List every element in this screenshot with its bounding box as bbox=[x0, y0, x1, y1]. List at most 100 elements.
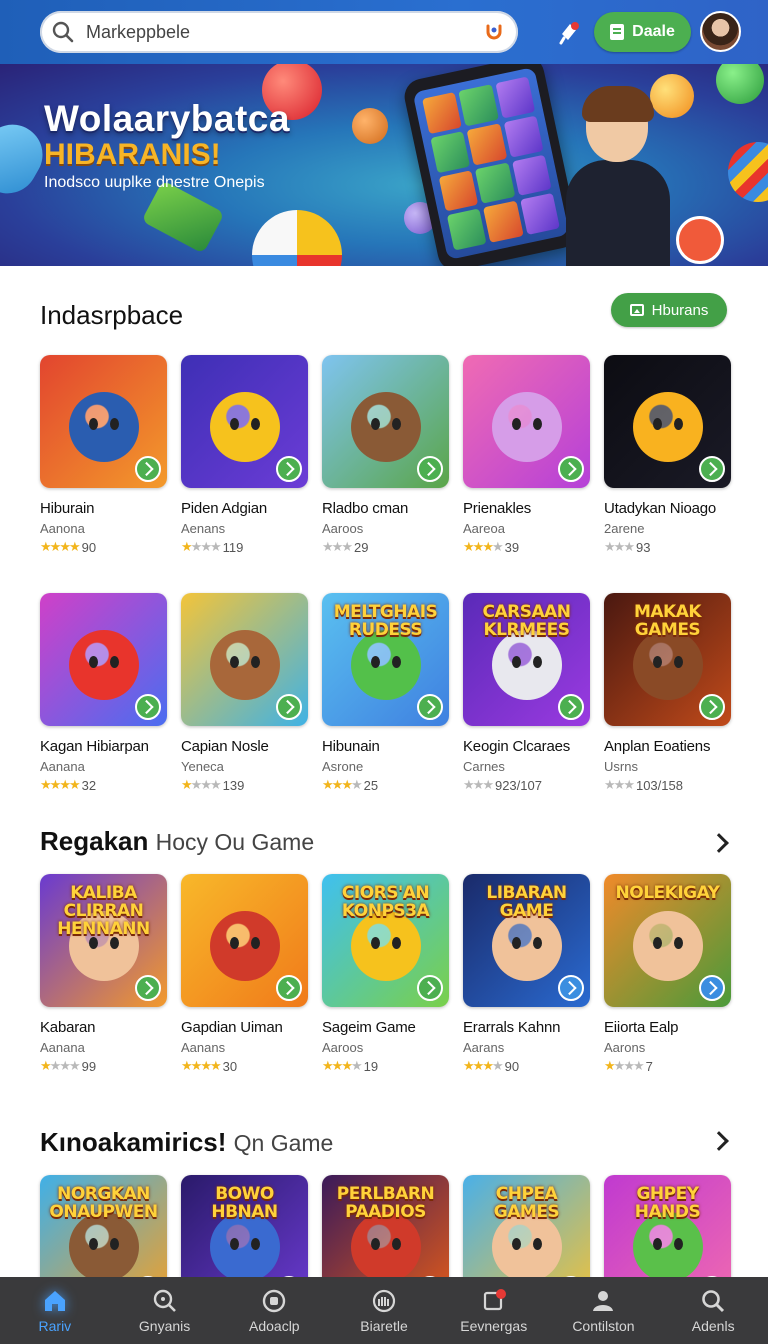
app-title: Anplan Eoatiens bbox=[604, 738, 711, 755]
app-card[interactable]: MELTGHAIS RUDESS Hibunain Asrone ★★★★ 25 bbox=[322, 593, 449, 793]
app-card[interactable]: Rladbo cman Aaroos ★★★ 29 bbox=[322, 355, 449, 555]
character-illustration bbox=[350, 391, 421, 462]
app-rating: ★★★ 29 bbox=[322, 539, 449, 555]
banner-title: Wolaarybatca bbox=[44, 98, 290, 139]
character-illustration bbox=[209, 629, 280, 700]
app-rating: ★★★ 103/158 bbox=[604, 777, 731, 793]
header-action-button[interactable]: Daale bbox=[594, 12, 691, 52]
app-card[interactable]: Prienakles Aareoa ★★★★ 39 bbox=[463, 355, 590, 555]
app-card[interactable]: Piden Adgian Aenans ★★★★ 119 bbox=[181, 355, 308, 555]
rating-stars-icon: ★★★ bbox=[604, 539, 635, 554]
app-thumbnail[interactable] bbox=[463, 355, 590, 488]
share-icon[interactable] bbox=[558, 975, 584, 1001]
character-illustration bbox=[491, 1211, 562, 1282]
app-card[interactable]: MAKAK GAMES Anplan Eoatiens Usrns ★★★ 103/15… bbox=[604, 593, 731, 793]
app-thumbnail[interactable]: CIORS'AN KONPS3A bbox=[322, 874, 449, 1007]
hero-banner[interactable]: Wolaarybatca HIBARANIS! Inodsco uuplke d… bbox=[0, 64, 768, 266]
section-title-bold: Kınoakamirics! bbox=[40, 1127, 227, 1157]
app-card[interactable]: Utadykan Nioago 2arene ★★★ 93 bbox=[604, 355, 731, 555]
rating-count: 32 bbox=[81, 777, 97, 793]
rating-stars-icon: ★★★★ bbox=[40, 539, 81, 554]
chevron-right-icon[interactable] bbox=[709, 833, 729, 853]
rating-stars-icon: ★★★★ bbox=[463, 539, 504, 554]
share-icon[interactable] bbox=[276, 694, 302, 720]
app-thumbnail[interactable]: MAKAK GAMES bbox=[604, 593, 731, 726]
avatar[interactable] bbox=[700, 11, 741, 52]
share-icon[interactable] bbox=[135, 456, 161, 482]
app-thumbnail[interactable]: LIBARAN GAME bbox=[463, 874, 590, 1007]
nav-item[interactable]: Biaretle bbox=[329, 1277, 439, 1344]
share-icon[interactable] bbox=[558, 456, 584, 482]
rating-count: 7 bbox=[645, 1058, 653, 1074]
app-thumbnail[interactable] bbox=[40, 593, 167, 726]
nav-item[interactable]: Adoaclp bbox=[219, 1277, 329, 1344]
search-input[interactable] bbox=[86, 21, 466, 43]
share-icon[interactable] bbox=[699, 694, 725, 720]
share-icon[interactable] bbox=[135, 975, 161, 1001]
app-card[interactable]: CARSAAN KLRMEES Keogin Clcaraes Carnes ★★★ 9… bbox=[463, 593, 590, 793]
notification-icon[interactable] bbox=[556, 18, 584, 46]
app-title: Rladbo cman bbox=[322, 500, 409, 517]
rating-stars-icon: ★★★ bbox=[604, 777, 635, 792]
voice-search-icon[interactable] bbox=[482, 20, 506, 44]
app-developer: Carnes bbox=[463, 759, 505, 774]
app-card[interactable]: KALIBA CLIRRAN HENNANN Kabaran Aanana ★★★★ 9… bbox=[40, 874, 167, 1074]
share-icon[interactable] bbox=[699, 975, 725, 1001]
updates-icon bbox=[481, 1288, 507, 1314]
search-bar[interactable] bbox=[40, 11, 518, 53]
app-thumbnail[interactable] bbox=[181, 593, 308, 726]
app-developer: Yeneca bbox=[181, 759, 224, 774]
app-developer: Usrns bbox=[604, 759, 638, 774]
share-icon[interactable] bbox=[276, 975, 302, 1001]
chevron-right-icon[interactable] bbox=[709, 1131, 729, 1151]
nav-item[interactable]: Adenls bbox=[658, 1277, 768, 1344]
share-icon[interactable] bbox=[699, 456, 725, 482]
app-developer: Aanana bbox=[40, 1040, 85, 1055]
app-title: Prienakles bbox=[463, 500, 532, 517]
app-thumbnail[interactable] bbox=[604, 355, 731, 488]
share-icon[interactable] bbox=[417, 975, 443, 1001]
app-title: Eiiorta Ealp bbox=[604, 1019, 679, 1036]
app-card[interactable]: Capian Nosle Yeneca ★★★★ 139 bbox=[181, 593, 308, 793]
app-thumbnail[interactable] bbox=[322, 355, 449, 488]
app-thumbnail[interactable] bbox=[181, 874, 308, 1007]
rating-count: 139 bbox=[222, 777, 245, 793]
app-title: Utadykan Nioago bbox=[604, 500, 717, 517]
bottom-navigation: Rariv Gnyanis Adoaclp Biaretle Eevnergas Cont… bbox=[0, 1277, 768, 1344]
share-icon[interactable] bbox=[417, 694, 443, 720]
thumbnail-logo-text: MAKAK GAMES bbox=[633, 602, 702, 640]
share-icon[interactable] bbox=[558, 694, 584, 720]
character-illustration bbox=[209, 391, 280, 462]
rating-count: 103/158 bbox=[635, 777, 683, 793]
app-thumbnail[interactable]: KALIBA CLIRRAN HENNANN bbox=[40, 874, 167, 1007]
app-card[interactable]: LIBARAN GAME Erarrals Kahnn Aarans ★★★★ 90 bbox=[463, 874, 590, 1074]
app-card[interactable]: Kagan Hibiarpan Aanana ★★★★ 32 bbox=[40, 593, 167, 793]
app-title: Erarrals Kahnn bbox=[463, 1019, 561, 1036]
character-illustration bbox=[491, 910, 562, 981]
app-thumbnail[interactable]: MELTGHAIS RUDESS bbox=[322, 593, 449, 726]
nav-item[interactable]: Gnyanis bbox=[110, 1277, 220, 1344]
app-title: Gapdian Uiman bbox=[181, 1019, 283, 1036]
app-thumbnail[interactable]: NOLEKIGAY bbox=[604, 874, 731, 1007]
character-illustration bbox=[350, 629, 421, 700]
character-illustration bbox=[632, 391, 703, 462]
share-icon[interactable] bbox=[276, 456, 302, 482]
app-card[interactable]: CIORS'AN KONPS3A Sageim Game Aaroos ★★★★ 19 bbox=[322, 874, 449, 1074]
app-thumbnail[interactable] bbox=[181, 355, 308, 488]
thumbnail-logo-text: CHPEA GAMES bbox=[493, 1184, 560, 1222]
app-row: Kagan Hibiarpan Aanana ★★★★ 32 Capian Nosle Y… bbox=[40, 593, 731, 793]
nav-item[interactable]: Rariv bbox=[0, 1277, 110, 1344]
app-thumbnail[interactable] bbox=[40, 355, 167, 488]
app-card[interactable]: Hiburain Aanona ★★★★ 90 bbox=[40, 355, 167, 555]
app-thumbnail[interactable]: CARSAAN KLRMEES bbox=[463, 593, 590, 726]
share-icon[interactable] bbox=[417, 456, 443, 482]
app-card[interactable]: Gapdian Uiman Aanans ★★★★ 30 bbox=[181, 874, 308, 1074]
nav-item[interactable]: Eevnergas bbox=[439, 1277, 549, 1344]
nav-item[interactable]: Contilston bbox=[549, 1277, 659, 1344]
share-icon[interactable] bbox=[135, 694, 161, 720]
section-title-light: Hocy Ou Game bbox=[155, 829, 315, 855]
character-illustration bbox=[209, 910, 280, 981]
see-all-button[interactable]: Hburans bbox=[611, 293, 727, 327]
app-card[interactable]: NOLEKIGAY Eiiorta Ealp Aarons ★★★★ 7 bbox=[604, 874, 731, 1074]
rating-count: 30 bbox=[222, 1058, 238, 1074]
